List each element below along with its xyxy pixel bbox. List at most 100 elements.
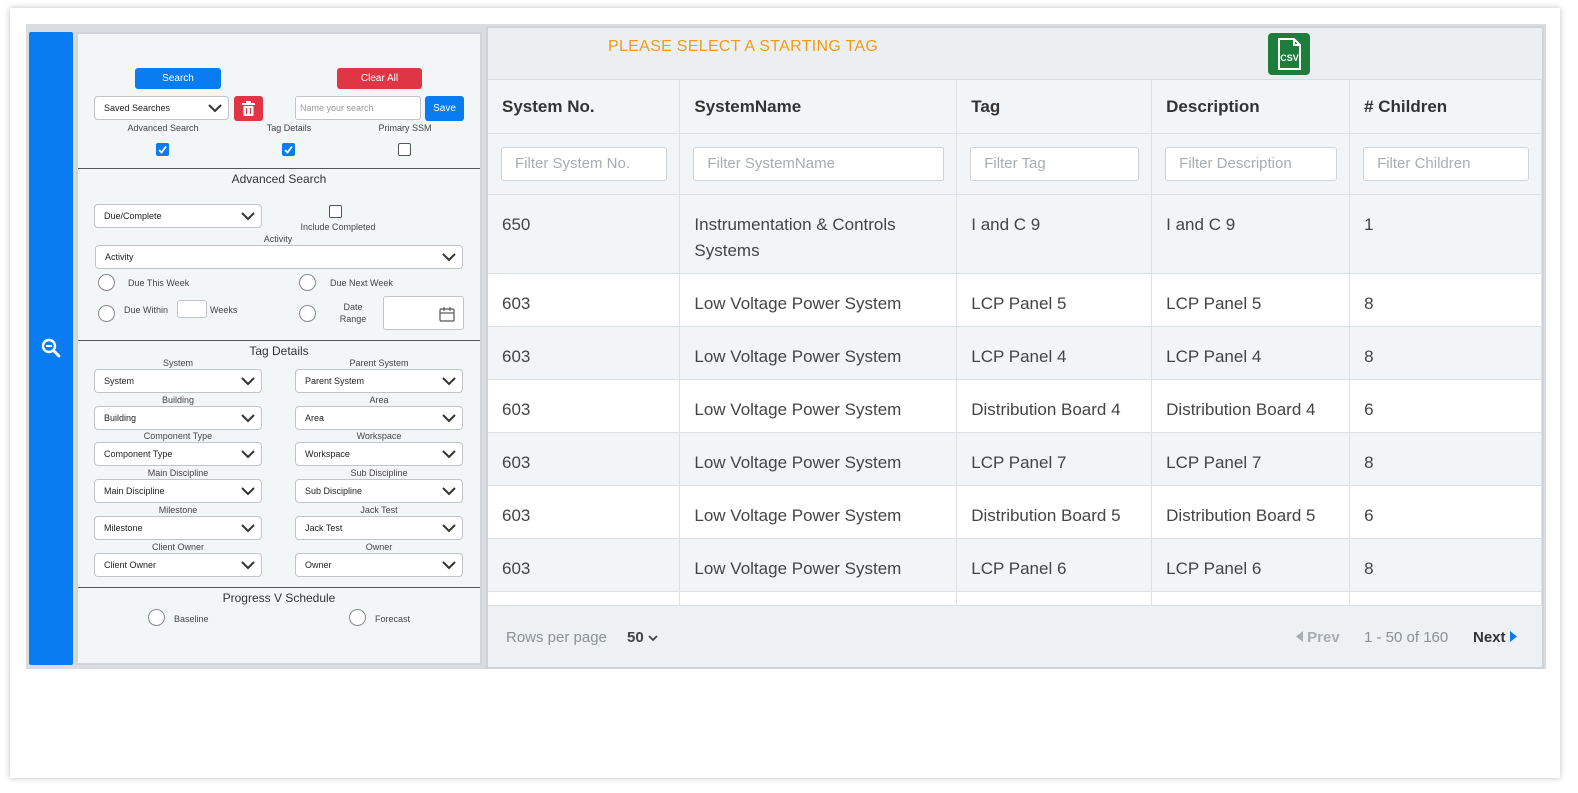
chevron-down-icon: [442, 377, 456, 386]
date-range-label-line2: Range: [339, 314, 367, 324]
table-row[interactable]: 603 Low Voltage Power System Distribution …: [488, 485, 1542, 539]
rows-per-page-label: Rows per page: [506, 629, 607, 646]
csv-export-button[interactable]: CSV: [1268, 33, 1310, 75]
delete-search-button[interactable]: [234, 96, 263, 121]
due-within-label: Due Within: [124, 305, 169, 315]
client-owner-select[interactable]: Client Owner: [94, 552, 262, 577]
date-range-picker[interactable]: [383, 296, 464, 330]
table-filter-row: Filter System No. Filter SystemName Filter…: [488, 133, 1542, 195]
due-within-radio[interactable]: [98, 305, 115, 322]
chevron-down-icon: [241, 377, 255, 386]
table-cell: Low Voltage Power System: [679, 326, 958, 380]
table-cell: 603: [488, 432, 681, 486]
chevron-down-icon: [241, 524, 255, 533]
due-complete-select[interactable]: Due/Complete: [94, 204, 262, 228]
table-row[interactable]: 603 Low Voltage Power System Distribution …: [488, 379, 1542, 433]
table-cell: LCP Panel 5: [1151, 273, 1351, 327]
building-label: Building: [161, 394, 195, 405]
column-filter-input[interactable]: Filter Children: [1363, 146, 1529, 181]
chevron-down-icon: [442, 560, 456, 569]
table-cell: LCP Panel 7: [1151, 432, 1351, 486]
include-completed-label: Include Completed: [300, 222, 376, 232]
table-cell: Distribution Board 4: [956, 379, 1153, 433]
table-cell: Low Voltage Power System: [679, 379, 958, 433]
column-header[interactable]: # Children: [1349, 80, 1542, 134]
prev-page-button[interactable]: Prev: [1296, 629, 1340, 646]
table-cell: Distribution Board 4: [1151, 379, 1351, 433]
tag-details-checkbox[interactable]: [282, 143, 295, 156]
chevron-down-icon: [241, 560, 255, 569]
column-filter-input[interactable]: Filter Description: [1165, 146, 1338, 181]
column-filter-input[interactable]: Filter SystemName: [693, 146, 945, 181]
chevron-down-icon: [648, 635, 658, 642]
forecast-radio[interactable]: [349, 609, 366, 626]
component-type-select[interactable]: Component Type: [94, 442, 262, 467]
starting-tag-warning: PLEASE SELECT A STARTING TAG: [608, 38, 879, 55]
table-cell: Distribution Board 5: [1151, 485, 1351, 539]
date-range-radio[interactable]: [299, 305, 316, 322]
table-cell: LCP Panel 4: [956, 326, 1153, 380]
activity-select[interactable]: Activity: [95, 245, 463, 269]
table-cell: LCP Panel 6: [956, 538, 1153, 592]
forecast-label: Forecast: [375, 614, 411, 624]
area-select[interactable]: Area: [295, 405, 463, 430]
include-completed-checkbox[interactable]: [329, 205, 342, 218]
advanced-search-checkbox[interactable]: [156, 143, 169, 156]
component-type-label: Component Type: [143, 431, 213, 442]
milestone-label: Milestone: [158, 504, 198, 515]
chevron-down-icon: [442, 487, 456, 496]
table-row[interactable]: 603 Low Voltage Power System LCP Panel 4 LC…: [488, 326, 1542, 380]
baseline-radio[interactable]: [148, 609, 165, 626]
zoom-out-icon[interactable]: [41, 338, 61, 358]
clear-all-button[interactable]: Clear All: [337, 68, 422, 89]
table-cell: Low Voltage Power System: [679, 538, 958, 592]
tag-details-title: Tag Details: [249, 344, 309, 358]
table-cell: 8: [1349, 273, 1542, 327]
csv-file-icon: CSV: [1278, 38, 1301, 70]
next-page-button[interactable]: Next: [1473, 629, 1517, 646]
table-cell: 6: [1349, 485, 1542, 539]
due-this-week-radio[interactable]: [98, 274, 115, 291]
weeks-input[interactable]: [177, 300, 207, 318]
column-filter-input[interactable]: Filter Tag: [970, 146, 1140, 181]
saved-searches-select[interactable]: Saved Searches: [94, 96, 229, 120]
table-row[interactable]: 603 Low Voltage Power System LCP Panel 5 LC…: [488, 273, 1542, 327]
milestone-select[interactable]: Milestone: [94, 515, 262, 540]
filter-cell: Filter Children: [1349, 133, 1542, 195]
save-search-button[interactable]: Save: [425, 96, 464, 121]
column-filter-input[interactable]: Filter System No.: [501, 146, 668, 181]
sub-discipline-select[interactable]: Sub Discipline: [295, 479, 463, 504]
table-cell: LCP Panel 5: [956, 273, 1153, 327]
search-button[interactable]: Search: [135, 68, 221, 89]
table-row[interactable]: 603 Low Voltage Power System LCP Panel 7 LC…: [488, 432, 1542, 486]
table-cell: 603: [488, 485, 681, 539]
parent-system-label: Parent System: [349, 358, 409, 368]
owner-select[interactable]: Owner: [295, 552, 463, 577]
system-select[interactable]: System: [94, 369, 262, 393]
table-row[interactable]: 603 Low Voltage Power System LCP Panel 6 LC…: [488, 538, 1542, 592]
sidebar-rail[interactable]: [29, 32, 73, 665]
main-discipline-select[interactable]: Main Discipline: [94, 479, 262, 504]
due-next-week-radio[interactable]: [299, 274, 316, 291]
workspace-select[interactable]: Workspace: [295, 442, 463, 467]
divider: [78, 168, 480, 169]
column-header[interactable]: Description: [1151, 80, 1351, 134]
calendar-icon[interactable]: [439, 306, 455, 322]
name-search-input[interactable]: Name your search: [295, 96, 421, 120]
divider: [78, 340, 480, 341]
column-header[interactable]: SystemName: [679, 80, 958, 134]
filter-cell: Filter System No.: [488, 133, 681, 195]
jack-test-select[interactable]: Jack Test: [295, 515, 463, 540]
building-select[interactable]: Building: [94, 405, 262, 430]
parent-system-select[interactable]: Parent System: [295, 369, 463, 393]
table-cell: 6: [1349, 379, 1542, 433]
primary-ssm-checkbox[interactable]: [398, 143, 411, 156]
column-header[interactable]: System No.: [488, 80, 681, 134]
rows-per-page-select[interactable]: 50: [627, 629, 658, 646]
main-discipline-label: Main Discipline: [147, 468, 209, 479]
table-cell: LCP Panel 4: [1151, 326, 1351, 380]
app-container: Search Clear All Saved Searches Name you…: [26, 24, 1546, 669]
table-row[interactable]: 650 Instrumentation & Controls Systems I a…: [488, 194, 1542, 274]
table-cell: 603: [488, 538, 681, 592]
column-header[interactable]: Tag: [956, 80, 1153, 134]
